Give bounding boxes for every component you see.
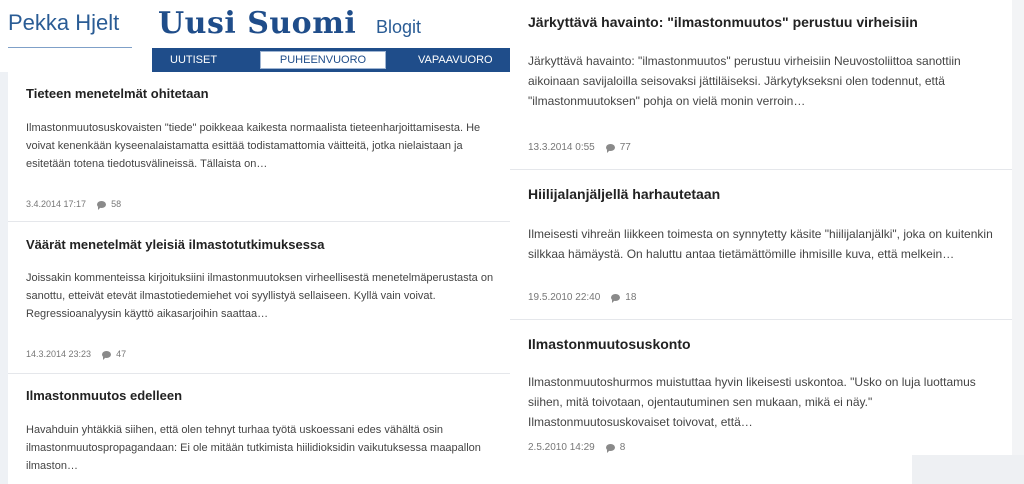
post-card[interactable]: Tieteen menetelmät ohitetaan Ilmastonmuu… bbox=[8, 72, 510, 222]
nav-vapaavuoro[interactable]: VAPAAVUORO bbox=[418, 48, 493, 72]
post-excerpt: Ilmeisesti vihreän liikkeen toimesta on … bbox=[528, 227, 993, 261]
post-card[interactable]: Hiilijalanjäljellä harhautetaan Ilmeises… bbox=[510, 170, 1012, 320]
post-date: 13.3.2014 0:55 bbox=[528, 142, 595, 153]
section-navbar: UUTISET PUHEENVUORO VAPAAVUORO bbox=[152, 48, 512, 72]
post-card[interactable]: Ilmastonmuutos edelleen Havahduin yhtäkk… bbox=[8, 374, 510, 484]
post-excerpt: Järkyttävä havainto: "ilmastonmuutos" pe… bbox=[528, 54, 961, 108]
post-excerpt: Havahduin yhtäkkiä siihen, että olen teh… bbox=[26, 424, 481, 472]
background-edge bbox=[1012, 0, 1024, 484]
background-corner bbox=[912, 455, 1024, 484]
post-excerpt: Ilmastonmuutoshurmos muistuttaa hyvin li… bbox=[528, 375, 976, 429]
logo-sub-text: Blogit bbox=[376, 17, 422, 37]
nav-uutiset[interactable]: UUTISET bbox=[170, 48, 217, 72]
comment-count[interactable]: 77 bbox=[620, 142, 631, 153]
nav-puheenvuoro[interactable]: PUHEENVUORO bbox=[260, 51, 386, 69]
post-meta: 3.4.2014 17:17 58 bbox=[26, 199, 121, 210]
post-title[interactable]: Tieteen menetelmät ohitetaan bbox=[26, 86, 209, 101]
author-name: Pekka Hjelt bbox=[8, 10, 120, 35]
comment-icon bbox=[605, 144, 615, 153]
post-date: 19.5.2010 22:40 bbox=[528, 292, 601, 303]
post-card[interactable]: Ilmastonmuutosuskonto Ilmastonmuutoshurm… bbox=[510, 320, 1012, 455]
comment-icon bbox=[97, 200, 107, 210]
post-title[interactable]: Hiilijalanjäljellä harhautetaan bbox=[528, 186, 720, 202]
comment-icon bbox=[611, 294, 621, 303]
post-excerpt: Joissakin kommenteissa kirjoituksiini il… bbox=[26, 272, 494, 320]
post-meta: 13.3.2014 0:55 77 bbox=[528, 142, 631, 153]
comment-count[interactable]: 58 bbox=[111, 199, 121, 209]
post-title[interactable]: Järkyttävä havainto: "ilmastonmuutos" pe… bbox=[528, 14, 918, 30]
blog-author-title[interactable]: Pekka Hjelt bbox=[8, 8, 132, 48]
post-date: 3.4.2014 17:17 bbox=[26, 199, 87, 209]
background-strip bbox=[0, 72, 8, 484]
post-card[interactable]: Järkyttävä havainto: "ilmastonmuutos" pe… bbox=[510, 0, 1012, 170]
comment-count[interactable]: 8 bbox=[620, 442, 626, 453]
post-date: 14.3.2014 23:23 bbox=[26, 349, 92, 359]
comment-count[interactable]: 18 bbox=[625, 292, 636, 303]
post-meta: 2.5.2010 14:29 8 bbox=[528, 442, 625, 453]
comment-icon bbox=[102, 350, 112, 360]
comment-count[interactable]: 47 bbox=[116, 349, 126, 359]
post-meta: 14.3.2014 23:23 47 bbox=[26, 349, 126, 360]
logo-main-text: Uusi Suomi bbox=[158, 6, 357, 41]
uusi-suomi-logo[interactable]: Uusi Suomi Blogit bbox=[152, 6, 512, 44]
post-date: 2.5.2010 14:29 bbox=[528, 442, 595, 453]
post-excerpt: Ilmastonmuutosuskovaisten "tiede" poikke… bbox=[26, 122, 481, 170]
post-title[interactable]: Väärät menetelmät yleisiä ilmastotutkimu… bbox=[26, 237, 324, 252]
post-card[interactable]: Väärät menetelmät yleisiä ilmastotutkimu… bbox=[8, 222, 510, 374]
post-title[interactable]: Ilmastonmuutosuskonto bbox=[528, 336, 691, 352]
post-title[interactable]: Ilmastonmuutos edelleen bbox=[26, 388, 182, 403]
post-meta: 19.5.2010 22:40 18 bbox=[528, 292, 636, 303]
comment-icon bbox=[605, 444, 615, 453]
